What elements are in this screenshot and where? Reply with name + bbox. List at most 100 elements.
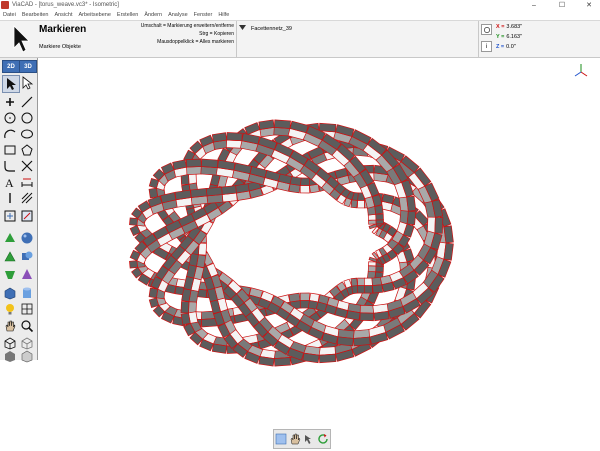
coord-y-label: Y =: [496, 34, 505, 40]
mesh-facet: [273, 126, 291, 137]
mesh-facet: [148, 187, 159, 199]
app-icon: [1, 1, 9, 9]
zoom-icon[interactable]: [19, 318, 35, 334]
dropdown-triangle-icon[interactable]: [238, 23, 247, 32]
mode-2d-button[interactable]: 2D: [2, 60, 20, 73]
torus-mesh: [129, 119, 454, 367]
cone-icon[interactable]: [19, 266, 35, 282]
coord-y-value: 6.163": [506, 34, 523, 40]
workplane-align-icon[interactable]: [19, 208, 35, 224]
mesh-facet: [434, 216, 444, 234]
arc-icon[interactable]: [2, 126, 18, 142]
trim-icon[interactable]: [19, 158, 35, 174]
sweep-icon[interactable]: [2, 248, 18, 264]
mesh-facet: [299, 177, 310, 186]
mesh-facet: [372, 284, 384, 294]
mesh-facet: [129, 217, 138, 226]
cube-icon[interactable]: [2, 285, 18, 301]
target-icon[interactable]: [481, 24, 492, 35]
menu-bearbeiten[interactable]: Bearbeiten: [19, 12, 52, 18]
axis-triad-icon: [573, 62, 589, 80]
viewport-3d[interactable]: [38, 57, 600, 435]
mesh-facet: [359, 304, 375, 314]
mesh-facet: [200, 158, 219, 168]
dimension-icon[interactable]: [19, 174, 35, 190]
mesh-facet: [375, 213, 384, 221]
select-tool-icon[interactable]: [2, 75, 20, 93]
extrude-icon[interactable]: [2, 230, 18, 246]
svg-text:A: A: [5, 176, 14, 189]
menu-arbeitsebene[interactable]: Arbeitsebene: [76, 12, 114, 18]
mesh-facet: [368, 261, 377, 267]
close-button[interactable]: ✕: [579, 0, 599, 10]
mesh-facet: [318, 353, 337, 364]
rotate-view-icon[interactable]: [302, 430, 316, 448]
workplane-icon[interactable]: [2, 208, 18, 224]
mesh-facet: [221, 185, 237, 195]
mesh-facet: [363, 285, 373, 294]
tool-info-bar: Markieren Markiere Objekte Umschalt = Ma…: [0, 20, 600, 58]
window-title: ViaCAD - [torus_weave.vc3* - Isometric]: [12, 2, 119, 8]
menu-analyse[interactable]: Analyse: [165, 12, 191, 18]
title-bar: ViaCAD - [torus_weave.vc3* - Isometric]: [0, 0, 600, 10]
text-icon[interactable]: A: [2, 174, 18, 190]
mesh-facet: [258, 119, 275, 130]
divider: [478, 21, 479, 57]
lightbulb-icon[interactable]: [2, 301, 18, 317]
fillet-icon[interactable]: [2, 158, 18, 174]
mesh-facet: [234, 183, 250, 194]
cylinder-icon[interactable]: [19, 285, 35, 301]
mode-3d-button[interactable]: 3D: [19, 60, 37, 73]
mesh-facet: [180, 312, 191, 326]
divider: [236, 21, 237, 57]
mesh-facet: [357, 285, 365, 294]
menu-fenster[interactable]: Fenster: [191, 12, 216, 18]
mesh-facet: [406, 195, 417, 212]
vertical-line-icon[interactable]: [2, 190, 18, 206]
menu-datei[interactable]: Datei: [0, 12, 19, 18]
grid-icon[interactable]: [19, 301, 35, 317]
shell-icon[interactable]: [2, 266, 18, 282]
menu-ansicht[interactable]: Ansicht: [51, 12, 75, 18]
point-icon[interactable]: [2, 94, 18, 110]
view-hidden-icon[interactable]: [19, 348, 35, 364]
mesh-facet: [353, 336, 371, 347]
circle-icon[interactable]: [2, 110, 18, 126]
mesh-facet: [211, 343, 228, 354]
pan-hand-icon[interactable]: [2, 318, 18, 334]
ellipse-icon[interactable]: [19, 126, 35, 142]
hint-ctrl: Strg = Kopieren: [199, 31, 234, 37]
coord-z-value: 0.0": [506, 44, 516, 50]
hatch-icon[interactable]: [19, 190, 35, 206]
view-shaded-icon[interactable]: [2, 348, 18, 364]
mesh-facet: [185, 158, 202, 168]
mesh-facet: [258, 356, 275, 367]
line-icon[interactable]: [19, 94, 35, 110]
refresh-icon[interactable]: [316, 430, 330, 448]
hint-shift: Umschalt = Markierung erweitern/entferne: [140, 23, 234, 29]
layer-name: Facettennetz_39: [251, 26, 292, 32]
mesh-facet: [374, 205, 384, 215]
menu-hilfe[interactable]: Hilfe: [215, 12, 232, 18]
rectangle-icon[interactable]: [2, 142, 18, 158]
minimize-button[interactable]: –: [524, 0, 544, 10]
mesh-facet: [190, 188, 208, 198]
circle-3point-icon[interactable]: [19, 110, 35, 126]
menu-erstellen[interactable]: Erstellen: [114, 12, 141, 18]
select-hollow-icon[interactable]: [19, 75, 35, 91]
boolean-icon[interactable]: [19, 248, 35, 264]
select-arrow-icon: [2, 22, 36, 56]
info-icon[interactable]: i: [481, 41, 492, 52]
pan-mini-icon[interactable]: [288, 430, 302, 448]
mesh-facet: [364, 277, 373, 286]
sphere-icon[interactable]: [19, 230, 35, 246]
view-toolbar: [273, 429, 331, 449]
mesh-facet: [273, 357, 291, 367]
maximize-button[interactable]: ☐: [552, 0, 572, 10]
mesh-facet: [443, 225, 454, 244]
polygon-icon[interactable]: [19, 142, 35, 158]
tool-name: Markieren: [39, 24, 87, 35]
select-mini-icon[interactable]: [274, 430, 288, 448]
menu-aendern[interactable]: Ändern: [141, 12, 165, 18]
menu-bar: Datei Bearbeiten Ansicht Arbeitsebene Er…: [0, 10, 600, 20]
